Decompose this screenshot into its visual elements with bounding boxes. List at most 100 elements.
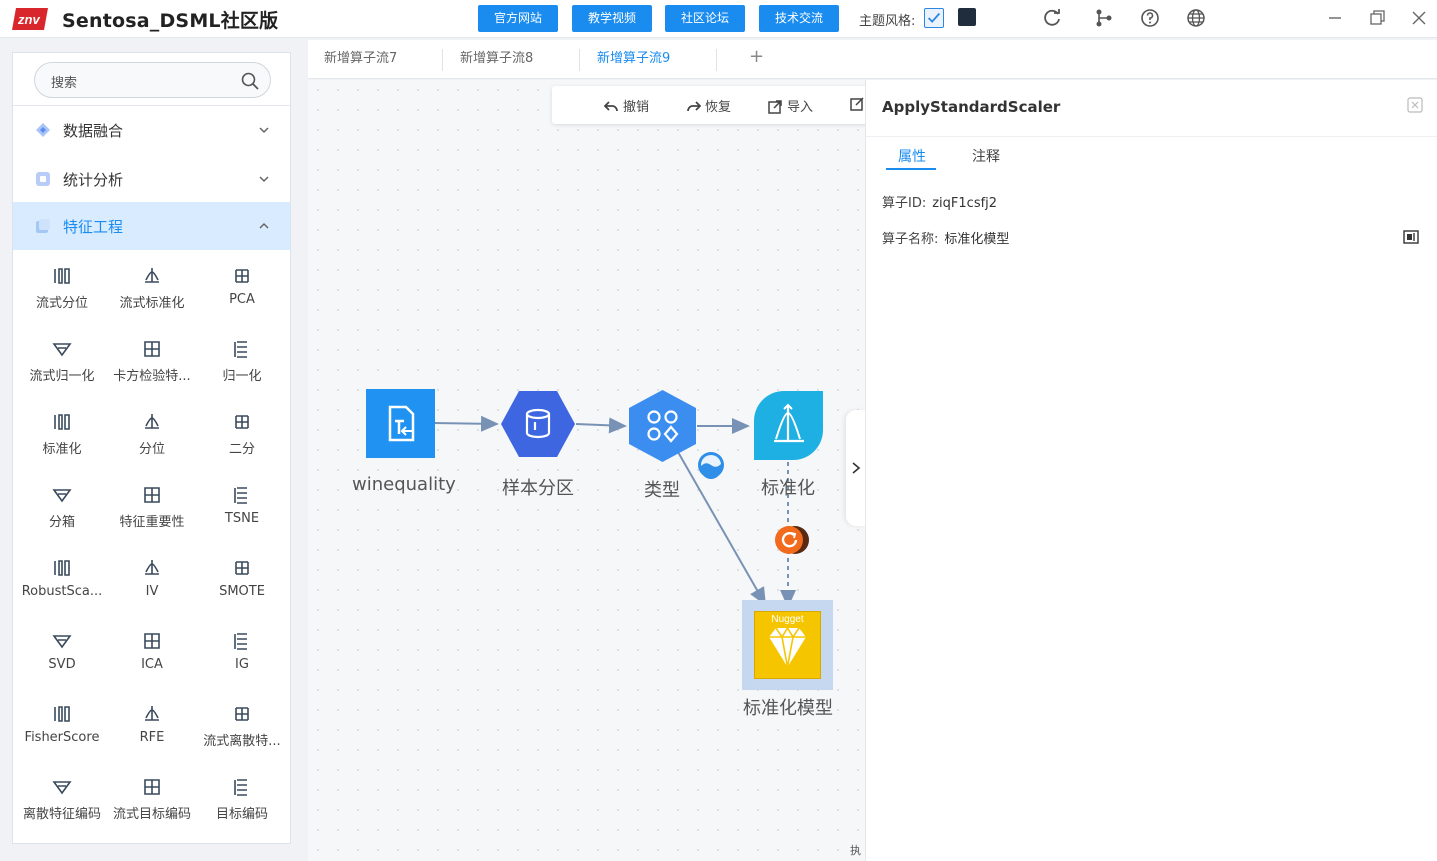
flow-canvas[interactable] xyxy=(308,80,868,861)
operator-item[interactable]: 流式目标编码 xyxy=(107,770,197,836)
operator-item[interactable]: SMOTE xyxy=(197,551,287,617)
tab-flow-8[interactable]: 新增算子流8 xyxy=(460,40,533,78)
operator-label: FisherScore xyxy=(24,730,100,745)
operator-item[interactable]: 离散特征编码 xyxy=(17,770,107,836)
operator-label: 流式目标编码 xyxy=(112,807,191,822)
streaming-quantile-icon xyxy=(54,268,70,284)
operator-label: 离散特征编码 xyxy=(22,807,101,822)
refresh-status-icon[interactable] xyxy=(774,525,812,555)
operator-item[interactable]: IG xyxy=(197,624,287,690)
operator-label: IG xyxy=(235,657,249,672)
tab-divider xyxy=(579,49,580,71)
official-site-button[interactable]: 官方网站 xyxy=(478,5,558,32)
binarize-icon xyxy=(235,415,249,429)
operator-id-value: ziqF1csfj2 xyxy=(932,196,998,211)
source-node-icon[interactable] xyxy=(366,389,435,458)
type-node-icon[interactable] xyxy=(627,389,698,463)
tab-comments[interactable]: 注释 xyxy=(972,146,1000,166)
operator-item[interactable]: 流式归一化 xyxy=(17,332,107,398)
operator-sidebar: 搜索 数据融合 统计分析 特征工程 流式分位 流式标准化 PCA 流式归一化 卡方检验特… xyxy=(12,52,291,844)
flow-tab-bar: 新增算子流7 新增算子流8 新增算子流9 + xyxy=(308,40,1437,79)
data-view-icon[interactable] xyxy=(697,451,725,479)
check-icon xyxy=(927,12,941,23)
operator-label: IV xyxy=(145,584,159,599)
operator-name-label: 算子名称: xyxy=(882,232,939,247)
active-tab-indicator xyxy=(886,168,936,170)
operator-label: ICA xyxy=(141,657,163,672)
feature-importance-icon xyxy=(144,487,160,503)
operator-item[interactable]: 分位 xyxy=(107,405,197,471)
help-icon[interactable] xyxy=(1139,7,1161,29)
community-forum-button[interactable]: 社区论坛 xyxy=(665,5,745,32)
minimize-icon[interactable] xyxy=(1325,8,1345,28)
operator-item[interactable]: SVD xyxy=(17,624,107,690)
operator-item[interactable]: TSNE xyxy=(197,478,287,544)
operator-item[interactable]: RFE xyxy=(107,697,197,763)
tab-attributes[interactable]: 属性 xyxy=(898,146,926,166)
operator-item[interactable]: 分箱 xyxy=(17,478,107,544)
undo-button[interactable]: 撤销 xyxy=(603,96,650,115)
import-button[interactable]: 导入 xyxy=(768,96,813,115)
standardize-node-icon[interactable] xyxy=(754,391,823,460)
feature-icon xyxy=(36,219,50,233)
theme-dark-swatch[interactable] xyxy=(958,8,976,26)
pca-icon xyxy=(235,269,249,283)
normalize-icon xyxy=(234,341,247,358)
streaming-standardize-icon xyxy=(145,268,159,283)
operator-item[interactable]: 目标编码 xyxy=(197,770,287,836)
operator-item[interactable]: RobustSca... xyxy=(17,551,107,617)
operator-label: SMOTE xyxy=(219,584,265,599)
tech-exchange-button[interactable]: 技术交流 xyxy=(759,5,839,32)
tab-flow-9[interactable]: 新增算子流9 xyxy=(597,40,670,78)
operator-item[interactable]: 卡方检验特... xyxy=(107,332,197,398)
target-encoding-icon xyxy=(234,779,247,796)
operator-item[interactable]: FisherScore xyxy=(17,697,107,763)
add-tab-button[interactable]: + xyxy=(749,46,764,67)
category-statistics[interactable]: 统计分析 xyxy=(13,155,290,203)
operator-item[interactable]: IV xyxy=(107,551,197,617)
fisher-score-icon xyxy=(54,706,70,722)
diamond-icon xyxy=(36,123,50,137)
operator-name-row: 算子名称: 标准化模型 xyxy=(882,228,1009,247)
search-input[interactable]: 搜索 xyxy=(34,62,271,98)
redo-button[interactable]: 恢复 xyxy=(686,96,731,115)
operator-item[interactable]: 二分 xyxy=(197,405,287,471)
operator-item[interactable]: 流式离散特... xyxy=(197,697,287,763)
tutorial-video-button[interactable]: 教学视频 xyxy=(572,5,652,32)
globe-icon[interactable] xyxy=(1185,7,1207,29)
category-label: 统计分析 xyxy=(63,171,124,189)
operator-label: 分位 xyxy=(138,442,165,457)
panel-collapse-toggle[interactable] xyxy=(846,410,866,526)
refresh-icon[interactable] xyxy=(1041,7,1063,29)
restore-icon[interactable] xyxy=(1367,8,1387,28)
operator-item[interactable]: 归一化 xyxy=(197,332,287,398)
operator-item[interactable]: 标准化 xyxy=(17,405,107,471)
category-data-fusion[interactable]: 数据融合 xyxy=(13,106,290,154)
model-nugget-icon[interactable]: Nugget xyxy=(754,611,821,679)
edit-name-icon[interactable] xyxy=(1403,229,1419,245)
operator-item[interactable]: 流式分位 xyxy=(17,259,107,325)
app-title: Sentosa_DSML社区版 xyxy=(62,10,279,32)
close-icon[interactable] xyxy=(1409,8,1429,28)
operator-item[interactable]: 流式标准化 xyxy=(107,259,197,325)
branch-icon[interactable] xyxy=(1093,7,1115,29)
tab-flow-7[interactable]: 新增算子流7 xyxy=(324,40,397,78)
chi-square-icon xyxy=(144,341,160,357)
operator-item[interactable]: PCA xyxy=(197,259,287,325)
category-feature-engineering[interactable]: 特征工程 xyxy=(13,202,290,250)
operator-label: 归一化 xyxy=(222,369,262,384)
operator-label: RFE xyxy=(139,730,165,745)
divider xyxy=(866,136,1437,137)
canvas-toolbar: 撤销 恢复 导入 xyxy=(552,86,868,124)
undo-label: 撤销 xyxy=(623,100,650,115)
partition-node-icon[interactable] xyxy=(500,389,576,459)
ig-icon xyxy=(234,633,247,650)
operator-label: 流式分位 xyxy=(35,296,88,311)
search-icon[interactable] xyxy=(240,71,260,91)
theme-light-checkbox[interactable] xyxy=(924,8,944,28)
execute-label[interactable]: 执 xyxy=(850,842,861,858)
operator-item[interactable]: 特征重要性 xyxy=(107,478,197,544)
close-icon[interactable] xyxy=(1407,97,1423,113)
operator-label: 二分 xyxy=(228,442,255,457)
operator-item[interactable]: ICA xyxy=(107,624,197,690)
